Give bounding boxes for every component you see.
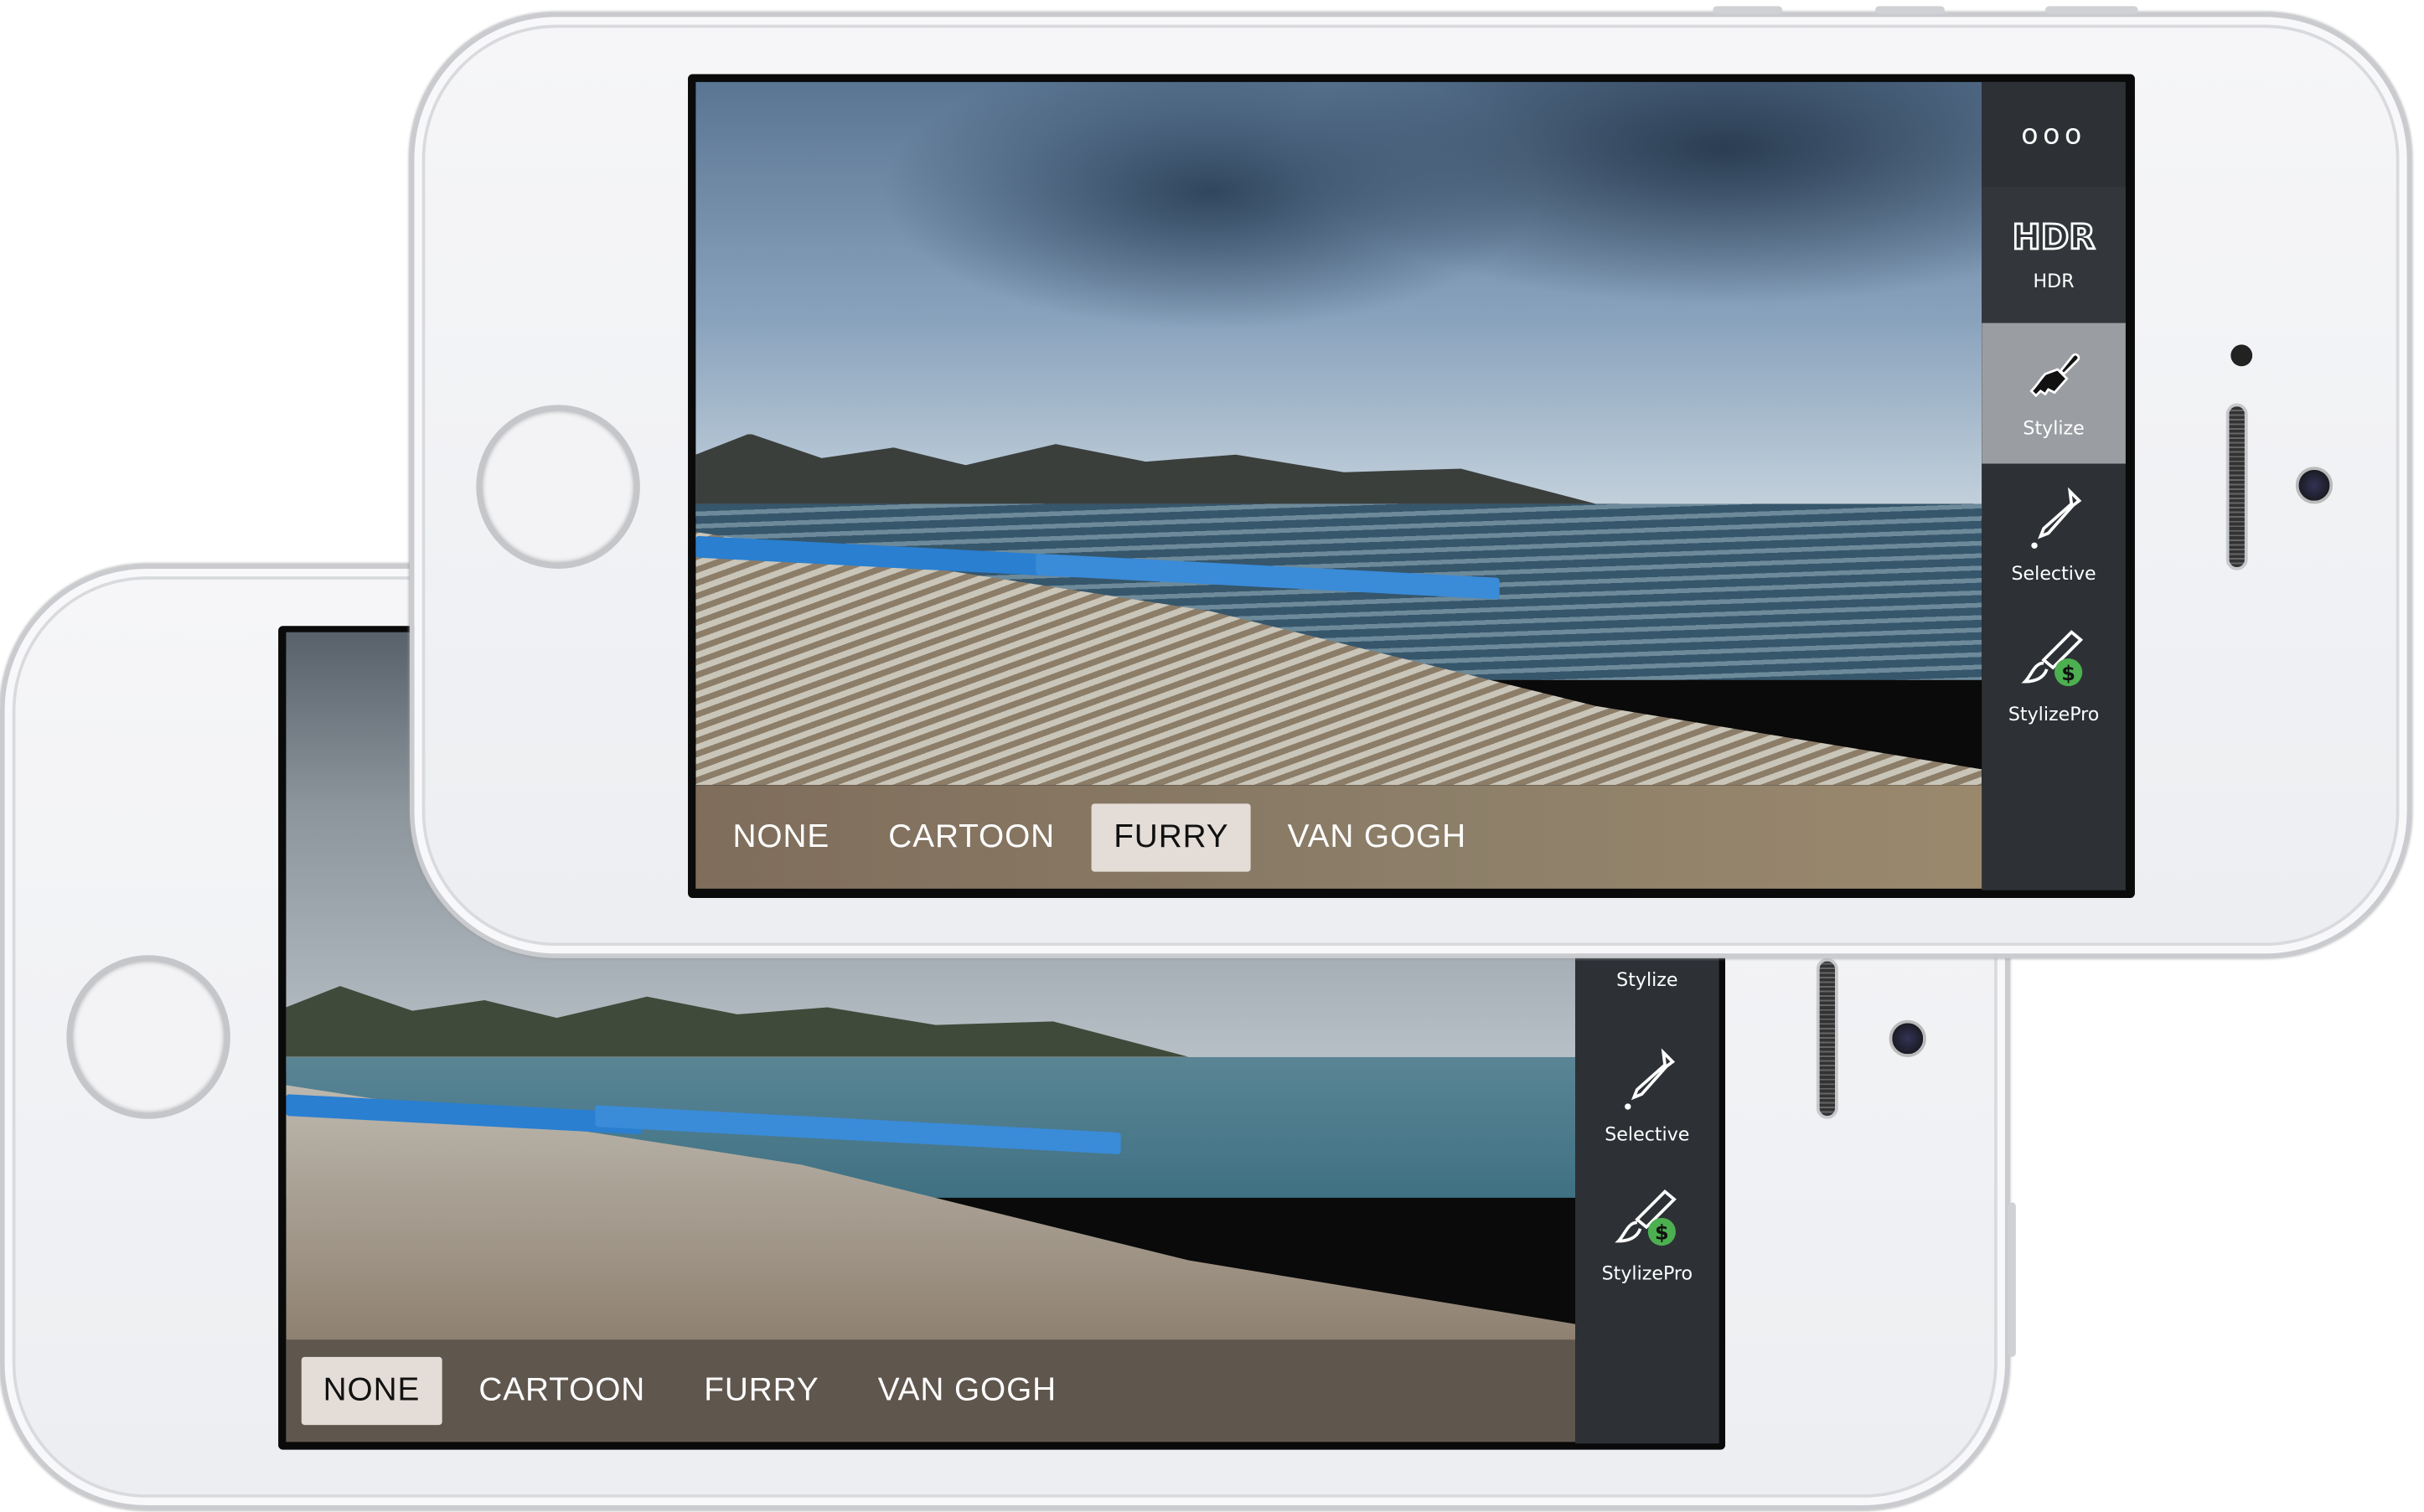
front-screen: NONE CARTOON FURRY VAN GOGH ooo HDR HDR … (688, 74, 2135, 898)
camera-lens (1889, 1019, 1926, 1057)
eyedropper-icon (1624, 1048, 1675, 1110)
pro-brush-icon: $ (2020, 629, 2083, 686)
volume-button[interactable] (1874, 6, 1946, 14)
brush-icon (2029, 352, 2080, 397)
filter-van-gogh[interactable]: VAN GOGH (856, 1357, 1078, 1425)
volume-button[interactable] (1713, 6, 1783, 14)
filter-furry[interactable]: FURRY (682, 1357, 840, 1425)
pro-badge: $ (2060, 661, 2075, 684)
filter-none[interactable]: NONE (301, 1356, 442, 1426)
camera-lens (2295, 467, 2334, 504)
power-button[interactable] (2044, 6, 2138, 14)
filter-van-gogh[interactable]: VAN GOGH (1266, 802, 1488, 870)
front-phone: NONE CARTOON FURRY VAN GOGH ooo HDR HDR … (409, 6, 2412, 958)
stylized-beach-photo (695, 81, 1982, 786)
filter-bar: NONE CARTOON FURRY VAN GOGH (286, 1339, 1576, 1442)
tool-selective[interactable]: Selective (1982, 464, 2126, 605)
home-button[interactable] (476, 405, 640, 569)
side-button[interactable] (2008, 1202, 2016, 1357)
speaker (1816, 957, 1838, 1119)
tool-hdr[interactable]: HDR HDR (1982, 187, 2126, 323)
proximity-sensor (2230, 344, 2253, 367)
eyedropper-icon (2030, 486, 2081, 549)
pro-brush-icon: $ (1614, 1189, 1676, 1246)
tool-stylizepro[interactable]: $ StylizePro (1982, 604, 2126, 745)
tool-stylizepro[interactable]: $ StylizePro (1575, 1165, 1719, 1304)
filter-bar: NONE CARTOON FURRY VAN GOGH (695, 785, 1982, 889)
tool-stylize[interactable]: Stylize (1575, 957, 1719, 1003)
tool-selective[interactable]: Selective (1575, 1026, 1719, 1165)
speaker (2225, 403, 2248, 570)
tool-stylize[interactable]: Stylize (1982, 323, 2126, 464)
filter-cartoon[interactable]: CARTOON (457, 1357, 667, 1425)
more-button[interactable]: ooo (1982, 82, 2126, 187)
hdr-icon: HDR (2011, 218, 2096, 259)
filter-none[interactable]: NONE (711, 802, 851, 870)
home-button[interactable] (66, 955, 230, 1119)
filter-furry[interactable]: FURRY (1092, 802, 1251, 871)
svg-text:$: $ (1654, 1221, 1668, 1245)
filter-cartoon[interactable]: CARTOON (866, 802, 1076, 870)
tool-sidebar: ooo HDR HDR Stylize Selective $ StylizeP… (1982, 81, 2126, 890)
